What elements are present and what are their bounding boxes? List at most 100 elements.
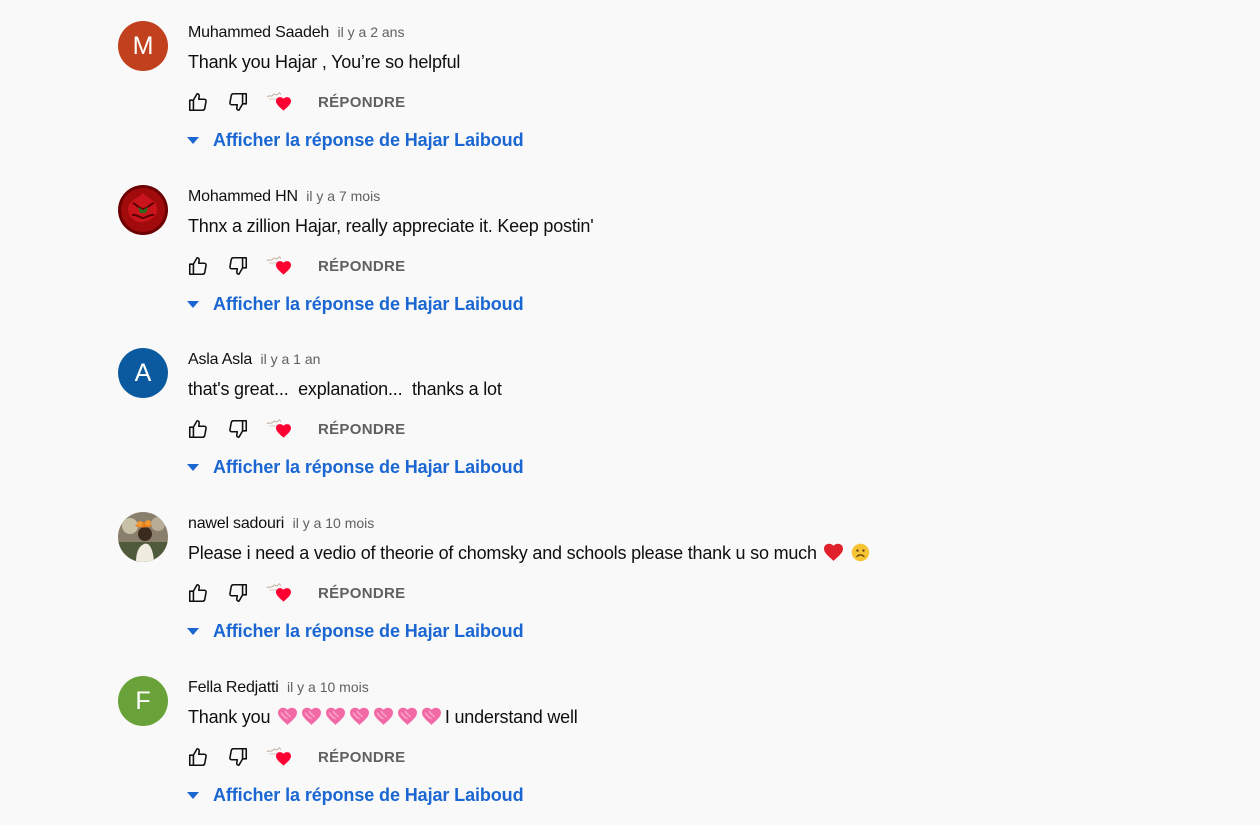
like-button[interactable] bbox=[186, 581, 210, 605]
show-replies-button[interactable]: Afficher la réponse de Hajar Laiboud bbox=[185, 126, 1218, 154]
thumbs-up-icon bbox=[188, 583, 207, 603]
like-button[interactable] bbox=[186, 417, 210, 441]
comment-text: that's great... explanation... thanks a … bbox=[188, 379, 502, 399]
thumbs-down-icon bbox=[229, 419, 248, 439]
show-replies-button[interactable]: Afficher la réponse de Hajar Laiboud bbox=[185, 617, 1218, 645]
pink-heart-icon bbox=[301, 707, 321, 725]
creator-heart bbox=[264, 580, 294, 606]
comments-section: M Muhammed Saadeh il y a 2 ans Thank you… bbox=[0, 0, 1260, 825]
heart-icon bbox=[276, 752, 291, 766]
pink-heart-icon bbox=[277, 707, 297, 725]
comment-body: Fella Redjatti il y a 10 mois Thank you … bbox=[185, 676, 1218, 809]
reply-button[interactable]: RÉPONDRE bbox=[318, 258, 405, 275]
comment-header: Fella Redjatti il y a 10 mois bbox=[188, 676, 1218, 698]
comment-text: Thnx a zillion Hajar, really appreciate … bbox=[188, 216, 594, 236]
caret-down-icon bbox=[185, 459, 201, 475]
dislike-button[interactable] bbox=[226, 417, 250, 441]
pink-heart-icon bbox=[349, 707, 369, 725]
show-replies-label: Afficher la réponse de Hajar Laiboud bbox=[213, 129, 524, 150]
comment-thread: A Asla Asla il y a 1 an that's great... … bbox=[118, 348, 1218, 498]
reply-button[interactable]: RÉPONDRE bbox=[318, 421, 405, 438]
author-name[interactable]: Fella Redjatti bbox=[188, 679, 279, 696]
thumbs-up-icon bbox=[188, 92, 207, 112]
creator-heart bbox=[264, 253, 294, 279]
reply-button[interactable]: RÉPONDRE bbox=[318, 94, 405, 111]
comment-toolbar: RÉPONDRE bbox=[188, 252, 1218, 280]
comment-thread: nawel sadouri il y a 10 mois Please i ne… bbox=[118, 512, 1218, 662]
dislike-button[interactable] bbox=[226, 581, 250, 605]
thumbs-down-icon bbox=[229, 92, 248, 112]
comment-body: Muhammed Saadeh il y a 2 ans Thank you H… bbox=[185, 21, 1218, 154]
reply-button[interactable]: RÉPONDRE bbox=[318, 585, 405, 602]
red-flower-photo-icon bbox=[118, 185, 168, 235]
thumbs-up-icon bbox=[188, 747, 207, 767]
like-button[interactable] bbox=[186, 254, 210, 278]
caret-down-icon bbox=[185, 787, 201, 803]
comment-thread: Mohammed HN il y a 7 mois Thnx a zillion… bbox=[118, 185, 1218, 335]
avatar[interactable]: M bbox=[118, 21, 168, 71]
thumbs-up-icon bbox=[188, 256, 207, 276]
pink-heart-icon bbox=[421, 707, 441, 725]
avatar[interactable] bbox=[118, 512, 168, 562]
author-name[interactable]: nawel sadouri bbox=[188, 515, 284, 532]
comment-header: Muhammed Saadeh il y a 2 ans bbox=[188, 21, 1218, 43]
show-replies-button[interactable]: Afficher la réponse de Hajar Laiboud bbox=[185, 453, 1218, 481]
thumbs-down-icon bbox=[229, 747, 248, 767]
person-photo-icon bbox=[118, 512, 168, 562]
caret-down-icon bbox=[185, 296, 201, 312]
comment-header: Asla Asla il y a 1 an bbox=[188, 348, 1218, 370]
comment-text: Thank you I understand well bbox=[188, 705, 1218, 729]
author-name[interactable]: Muhammed Saadeh bbox=[188, 24, 329, 41]
creator-heart bbox=[264, 89, 294, 115]
comment-header: nawel sadouri il y a 10 mois bbox=[188, 512, 1218, 534]
comment-toolbar: RÉPONDRE bbox=[188, 579, 1218, 607]
heart-icon bbox=[276, 424, 291, 438]
heart-icon bbox=[276, 588, 291, 602]
dislike-button[interactable] bbox=[226, 745, 250, 769]
thumbs-down-icon bbox=[229, 256, 248, 276]
comment-text-content: Please i need a vedio of theorie of chom… bbox=[188, 543, 817, 563]
heart-icon bbox=[276, 261, 291, 275]
comment-time[interactable]: il y a 2 ans bbox=[338, 24, 405, 40]
show-replies-label: Afficher la réponse de Hajar Laiboud bbox=[213, 293, 524, 314]
pink-heart-icon bbox=[397, 707, 417, 725]
comment-time[interactable]: il y a 10 mois bbox=[287, 679, 369, 695]
thumbs-down-icon bbox=[229, 583, 248, 603]
pink-hearts-row bbox=[275, 707, 443, 727]
caret-down-icon bbox=[185, 132, 201, 148]
show-replies-label: Afficher la réponse de Hajar Laiboud bbox=[213, 456, 524, 477]
reply-button[interactable]: RÉPONDRE bbox=[318, 749, 405, 766]
avatar[interactable]: A bbox=[118, 348, 168, 398]
show-replies-label: Afficher la réponse de Hajar Laiboud bbox=[213, 784, 524, 805]
avatar[interactable] bbox=[118, 185, 168, 235]
thumbs-up-icon bbox=[188, 419, 207, 439]
dislike-button[interactable] bbox=[226, 90, 250, 114]
comment-text: Please i need a vedio of theorie of chom… bbox=[188, 541, 1218, 565]
creator-heart bbox=[264, 416, 294, 442]
comment-time[interactable]: il y a 1 an bbox=[260, 351, 320, 367]
comment-time[interactable]: il y a 7 mois bbox=[306, 188, 380, 204]
like-button[interactable] bbox=[186, 745, 210, 769]
comment-toolbar: RÉPONDRE bbox=[188, 88, 1218, 116]
show-replies-button[interactable]: Afficher la réponse de Hajar Laiboud bbox=[185, 290, 1218, 318]
creator-heart bbox=[264, 744, 294, 770]
show-replies-button[interactable]: Afficher la réponse de Hajar Laiboud bbox=[185, 781, 1218, 809]
avatar[interactable]: F bbox=[118, 676, 168, 726]
frowning-face-icon bbox=[852, 543, 870, 562]
author-name[interactable]: Asla Asla bbox=[188, 351, 252, 368]
show-replies-label: Afficher la réponse de Hajar Laiboud bbox=[213, 620, 524, 641]
like-button[interactable] bbox=[186, 90, 210, 114]
comment-body: Asla Asla il y a 1 an that's great... ex… bbox=[185, 348, 1218, 481]
comment-text-after: I understand well bbox=[444, 707, 578, 727]
pink-heart-icon bbox=[325, 707, 345, 725]
comment-time[interactable]: il y a 10 mois bbox=[293, 515, 375, 531]
comment-thread: F Fella Redjatti il y a 10 mois Thank yo… bbox=[118, 676, 1218, 825]
red-heart-icon bbox=[823, 543, 843, 561]
comment-text-before: Thank you bbox=[188, 707, 271, 727]
pink-heart-icon bbox=[373, 707, 393, 725]
author-name[interactable]: Mohammed HN bbox=[188, 188, 298, 205]
comment-header: Mohammed HN il y a 7 mois bbox=[188, 185, 1218, 207]
comment-toolbar: RÉPONDRE bbox=[188, 415, 1218, 443]
comment-text: Thank you Hajar , You’re so helpful bbox=[188, 52, 461, 72]
dislike-button[interactable] bbox=[226, 254, 250, 278]
